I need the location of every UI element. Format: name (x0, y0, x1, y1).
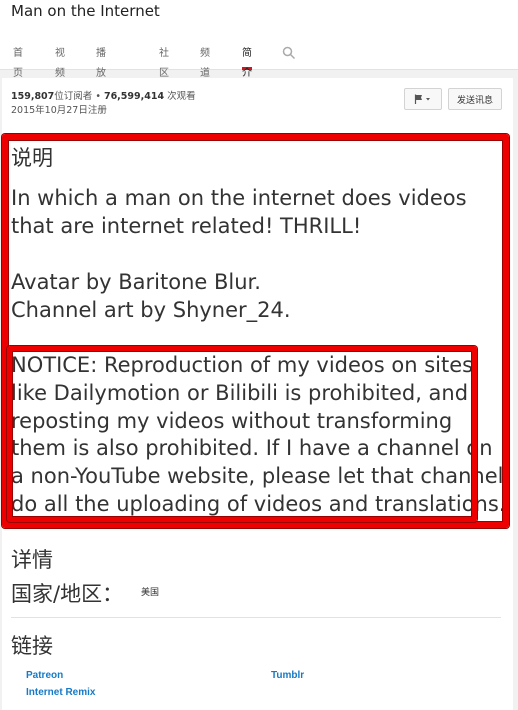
view-count: 76,599,414 (103, 91, 165, 102)
subscriber-count: 159,807 (11, 91, 55, 102)
link-patreon[interactable]: Patreon (26, 670, 63, 681)
stats-separator: • (92, 91, 104, 102)
chevron-down-icon (426, 98, 430, 101)
section-divider (11, 617, 501, 618)
joined-date: 2015年10月27日注册 (11, 105, 107, 116)
subscriber-suffix: 位订阅者 (54, 91, 93, 102)
link-tumblr[interactable]: Tumblr (271, 670, 304, 681)
channel-header: Man on the Internet (0, 0, 518, 70)
tab-home[interactable]: 首页 (13, 44, 23, 79)
links-heading: 链接 (11, 634, 53, 658)
tab-about[interactable]: 简介 (242, 44, 252, 79)
search-icon[interactable] (282, 46, 296, 60)
channel-title: Man on the Internet (11, 2, 160, 20)
report-flag-button[interactable] (404, 88, 442, 110)
link-internet-remix[interactable]: Internet Remix (26, 687, 95, 698)
send-message-button[interactable]: 发送讯息 (448, 88, 502, 110)
flag-icon (414, 94, 430, 104)
tab-community[interactable]: 社区 (159, 44, 169, 79)
tab-playlists[interactable]: 播放列表 (96, 44, 106, 119)
highlight-box-notice (7, 346, 477, 522)
channel-stats: 159,807位订阅者 • 76,599,414 次观看 2015年10月27日… (11, 90, 196, 118)
details-heading: 详情 (11, 548, 53, 572)
view-suffix: 次观看 (164, 91, 196, 102)
tab-videos[interactable]: 视频 (55, 44, 65, 79)
country-label: 国家/地区： (11, 582, 124, 606)
country-value: 美国 (141, 588, 160, 598)
tab-channels[interactable]: 频道 (200, 44, 210, 79)
